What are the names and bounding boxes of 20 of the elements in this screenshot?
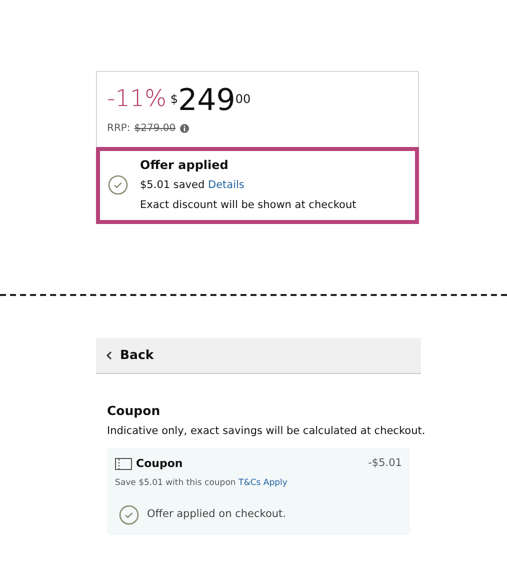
details-link[interactable]: Details [208,179,244,191]
back-button[interactable]: Back [96,338,421,374]
chevron-left-icon [106,350,112,360]
terms-link[interactable]: T&Cs Apply [238,478,288,488]
coupon-name: Coupon [136,456,183,472]
rrp-price: $279.00 [134,122,176,136]
coupon-icon [115,458,132,470]
coupon-text: Save $5.01 with this coupon T&Cs Apply [115,476,288,490]
check-circle-icon [108,174,128,195]
rrp-label: RRP: [107,122,130,136]
offer-title: Offer applied [140,157,230,174]
section-description: Indicative only, exact savings will be calculated at checkout. [107,424,426,440]
check-circle-icon [119,505,139,526]
offer-note: Exact discount will be shown at checkout [140,198,356,213]
section-title: Coupon [107,402,162,420]
info-icon[interactable] [180,124,189,132]
discount-percent: -11% [107,85,166,114]
coupon-amount: -$5.01 [368,456,402,472]
saved-text: $5.01 saved Details [140,178,246,193]
coupon-status: Offer applied on checkout. [147,507,286,522]
